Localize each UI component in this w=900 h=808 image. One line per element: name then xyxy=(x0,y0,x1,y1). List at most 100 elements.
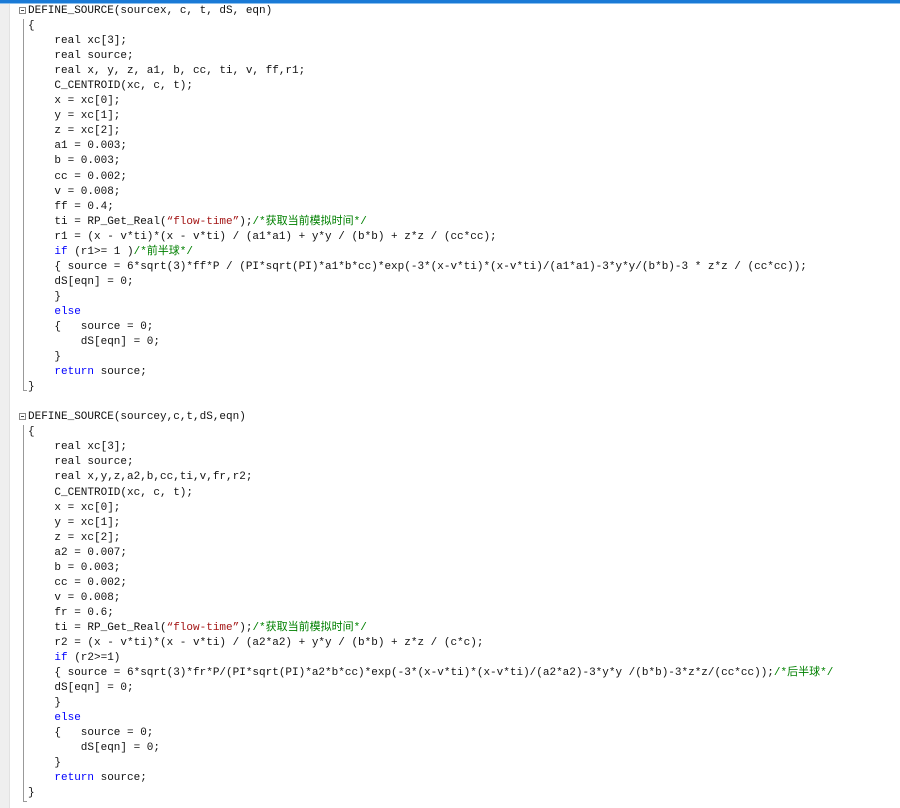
code-line[interactable]: v = 0.008; xyxy=(28,591,900,606)
code-line[interactable]: } xyxy=(28,786,900,801)
code-token: fr = 0.6; xyxy=(54,606,114,619)
code-line[interactable]: { xyxy=(28,19,900,34)
code-line[interactable]: y = xc[1]; xyxy=(28,516,900,531)
code-token: { xyxy=(28,426,35,439)
code-token: r2 = (x - v*ti)*(x - v*ti) / (a2*a2) + y… xyxy=(54,636,484,649)
code-line[interactable]: if (r1>= 1 )/*前半球*/ xyxy=(28,245,900,260)
code-token: } xyxy=(54,290,61,303)
code-token: } xyxy=(54,697,61,710)
code-token: real xc[3]; xyxy=(54,441,128,454)
code-token: b = 0.003; xyxy=(54,155,121,168)
fold-guide-2 xyxy=(23,425,24,801)
code-line[interactable] xyxy=(28,395,900,410)
code-line[interactable]: b = 0.003; xyxy=(28,561,900,576)
code-line[interactable]: x = xc[0]; xyxy=(28,94,900,109)
code-line[interactable]: ti = RP_Get_Real(“flow-time”);/*获取当前模拟时间… xyxy=(28,215,900,230)
code-line[interactable]: real xc[3]; xyxy=(28,34,900,49)
code-token: z = xc[2]; xyxy=(54,125,121,138)
keyword-token: return xyxy=(54,366,94,379)
code-line[interactable]: else xyxy=(28,305,900,320)
code-line[interactable]: r1 = (x - v*ti)*(x - v*ti) / (a1*a1) + y… xyxy=(28,230,900,245)
code-token: } xyxy=(28,787,35,800)
code-line[interactable]: b = 0.003; xyxy=(28,154,900,169)
code-line[interactable]: a1 = 0.003; xyxy=(28,139,900,154)
code-line[interactable]: return source; xyxy=(28,365,900,380)
code-token: real x,y,z,a2,b,cc,ti,v,fr,r2; xyxy=(54,471,253,484)
code-token: ); xyxy=(239,621,253,634)
code-line[interactable]: y = xc[1]; xyxy=(28,109,900,124)
code-line[interactable]: { source = 0; xyxy=(28,726,900,741)
code-line[interactable]: z = xc[2]; xyxy=(28,531,900,546)
code-token: cc = 0.002; xyxy=(54,170,128,183)
keyword-token: else xyxy=(54,712,81,725)
code-line[interactable]: fr = 0.6; xyxy=(28,606,900,621)
comment-token: /*前半球*/ xyxy=(133,245,194,258)
code-token: v = 0.008; xyxy=(54,591,121,604)
code-token: DEFINE_SOURCE(sourcex, c, t, dS, eqn) xyxy=(28,5,273,17)
code-line[interactable]: { xyxy=(28,425,900,440)
code-token: } xyxy=(28,381,35,394)
editor-gutter xyxy=(0,4,10,808)
fold-guide-end-1 xyxy=(23,390,27,391)
code-token: (r1>= 1 ) xyxy=(67,245,134,258)
keyword-token: else xyxy=(54,305,81,318)
code-line[interactable]: dS[eqn] = 0; xyxy=(28,741,900,756)
string-token: “flow-time” xyxy=(166,215,240,228)
code-token: } xyxy=(54,757,61,770)
code-line[interactable]: x = xc[0]; xyxy=(28,501,900,516)
fold-collapse-icon[interactable] xyxy=(19,413,26,421)
code-line[interactable]: } xyxy=(28,290,900,305)
code-token: v = 0.008; xyxy=(54,185,121,198)
code-line[interactable]: dS[eqn] = 0; xyxy=(28,335,900,350)
code-line[interactable]: real x,y,z,a2,b,cc,ti,v,fr,r2; xyxy=(28,470,900,485)
code-token: { source = 0; xyxy=(54,320,154,333)
code-line[interactable]: if (r2>=1) xyxy=(28,651,900,666)
code-line[interactable]: real x, y, z, a1, b, cc, ti, v, ff,r1; xyxy=(28,64,900,79)
code-line[interactable]: } xyxy=(28,350,900,365)
fold-collapse-icon[interactable] xyxy=(19,7,26,14)
string-token: “flow-time” xyxy=(166,621,240,634)
code-token: y = xc[1]; xyxy=(54,110,121,123)
code-token: { source = 6*sqrt(3)*fr*P/(PI*sqrt(PI)*a… xyxy=(54,667,774,680)
code-line[interactable]: ff = 0.4; xyxy=(28,200,900,215)
code-token: y = xc[1]; xyxy=(54,516,121,529)
code-token: C_CENTROID(xc, c, t); xyxy=(54,80,194,93)
code-line[interactable]: C_CENTROID(xc, c, t); xyxy=(28,486,900,501)
code-line[interactable]: C_CENTROID(xc, c, t); xyxy=(28,79,900,94)
code-line[interactable]: } xyxy=(28,380,900,395)
code-line[interactable]: { source = 6*sqrt(3)*fr*P/(PI*sqrt(PI)*a… xyxy=(28,666,900,681)
code-line[interactable]: real source; xyxy=(28,455,900,470)
code-token: dS[eqn] = 0; xyxy=(54,682,134,695)
code-line[interactable]: return source; xyxy=(28,771,900,786)
code-line[interactable]: real xc[3]; xyxy=(28,440,900,455)
code-token: dS[eqn] = 0; xyxy=(80,742,161,755)
code-line[interactable]: ti = RP_Get_Real(“flow-time”);/*获取当前模拟时间… xyxy=(28,621,900,636)
code-line[interactable]: { source = 0; xyxy=(28,320,900,335)
code-editor[interactable]: DEFINE_SOURCE(sourcex, c, t, dS, eqn) { re… xyxy=(19,4,900,801)
code-line[interactable]: dS[eqn] = 0; xyxy=(28,275,900,290)
code-token: ti = RP_Get_Real( xyxy=(54,215,167,228)
code-line[interactable]: } xyxy=(28,756,900,771)
code-line[interactable]: { source = 6*sqrt(3)*ff*P / (PI*sqrt(PI)… xyxy=(28,260,900,275)
code-line[interactable]: a2 = 0.007; xyxy=(28,546,900,561)
code-line[interactable]: v = 0.008; xyxy=(28,185,900,200)
code-line[interactable]: r2 = (x - v*ti)*(x - v*ti) / (a2*a2) + y… xyxy=(28,636,900,651)
code-token: ti = RP_Get_Real( xyxy=(54,621,167,634)
code-line[interactable]: real source; xyxy=(28,49,900,64)
code-line[interactable]: DEFINE_SOURCE(sourcey,c,t,dS,eqn) xyxy=(19,410,900,425)
code-token: { xyxy=(28,20,35,33)
code-line[interactable]: z = xc[2]; xyxy=(28,124,900,139)
code-line[interactable]: } xyxy=(28,696,900,711)
code-token: dS[eqn] = 0; xyxy=(54,275,134,288)
code-token: source; xyxy=(94,772,147,785)
code-token: } xyxy=(54,351,61,364)
code-line[interactable]: cc = 0.002; xyxy=(28,576,900,591)
code-line[interactable]: DEFINE_SOURCE(sourcex, c, t, dS, eqn) xyxy=(19,4,900,19)
code-line[interactable]: cc = 0.002; xyxy=(28,170,900,185)
code-token: real xc[3]; xyxy=(54,35,128,48)
fold-guide-1 xyxy=(23,19,24,390)
code-line[interactable]: dS[eqn] = 0; xyxy=(28,681,900,696)
keyword-token: return xyxy=(54,772,94,785)
code-line[interactable]: else xyxy=(28,711,900,726)
code-token: cc = 0.002; xyxy=(54,576,128,589)
